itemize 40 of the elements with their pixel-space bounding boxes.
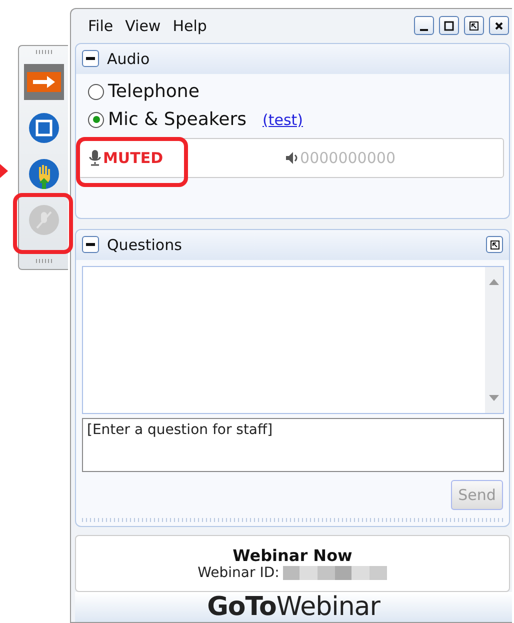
mute-icon [28, 204, 60, 236]
brand-logo: GoToWebinar [207, 592, 380, 622]
radio-button[interactable] [88, 84, 104, 100]
webinar-id-label: Webinar ID: [198, 564, 280, 581]
question-input[interactable]: [Enter a question for staff] [82, 418, 504, 472]
speaker-icon [285, 150, 300, 165]
close-button[interactable] [489, 16, 509, 36]
panel-title: Questions [107, 236, 183, 254]
toolbar-button[interactable] [24, 64, 64, 100]
mute-status: MUTED [103, 148, 164, 167]
menu-item[interactable]: File [83, 14, 118, 37]
minimize-icon [420, 28, 428, 31]
close-icon [494, 20, 504, 31]
popout-icon [490, 240, 500, 250]
menu-item[interactable]: View [120, 14, 166, 37]
highlight-frame [13, 193, 73, 254]
minus-icon [86, 243, 95, 246]
pointer-arrow [0, 164, 8, 178]
panel-title: Audio [107, 50, 151, 68]
microphone-icon [89, 150, 101, 166]
maximize-icon [444, 20, 454, 31]
popout-button[interactable] [464, 16, 484, 36]
webinar-name: Webinar Now [232, 546, 352, 565]
radio-label: Mic & Speakers [108, 109, 246, 130]
radio-label: Telephone [108, 81, 200, 102]
raise-hand-icon [28, 158, 60, 190]
collapse-button[interactable] [82, 50, 99, 68]
popout-icon [469, 20, 479, 31]
test-link[interactable]: (test) [262, 110, 304, 129]
minus-icon [86, 57, 95, 60]
maximize-button[interactable] [439, 16, 459, 36]
grip-handle[interactable] [36, 50, 52, 54]
popout-button[interactable] [486, 236, 503, 254]
radio-button[interactable] [88, 112, 104, 128]
screen-icon [28, 112, 60, 144]
grip-handle[interactable] [36, 259, 52, 263]
minimize-button[interactable] [414, 16, 434, 36]
speaker-level-meter: 0000000000 [285, 148, 396, 167]
menu-item[interactable]: Help [168, 14, 212, 37]
collapse-button[interactable] [82, 236, 99, 254]
